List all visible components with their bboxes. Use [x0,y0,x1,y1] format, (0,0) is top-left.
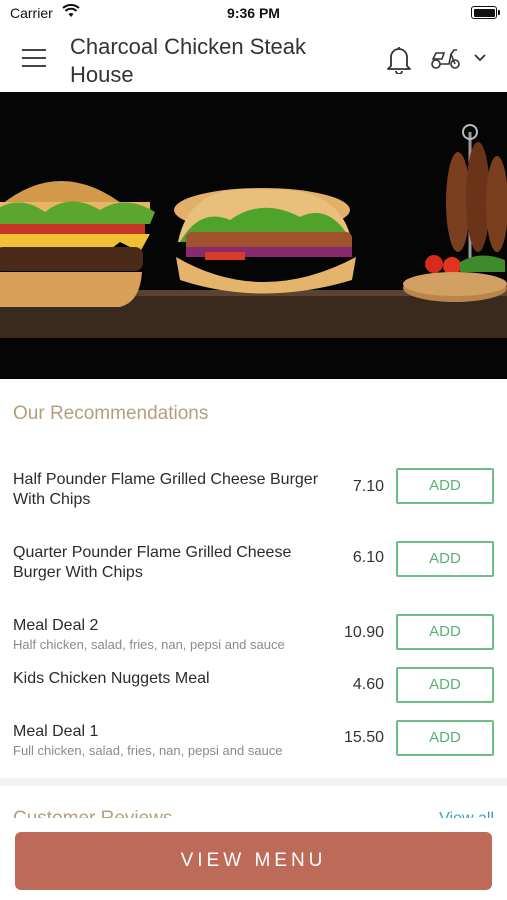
item-name: Meal Deal 2 [13,617,99,634]
section-divider [0,778,507,786]
recommendations-title: Our Recommendations [13,403,209,424]
food-banner-illustration [0,92,507,379]
add-button[interactable]: ADD [396,614,494,650]
item-name: Quarter Pounder Flame Grilled Cheese Bur… [13,544,292,581]
item-price: 7.10 [352,478,384,495]
status-bar: Carrier 9:36 PM [0,0,507,26]
battery-icon [471,6,500,19]
page-title: Charcoal Chicken Steak House [70,34,307,87]
item-price: 6.10 [352,549,384,566]
item-name: Half Pounder Flame Grilled Cheese Burger… [13,471,319,508]
add-button[interactable]: ADD [396,720,494,756]
item-price: 15.50 [343,729,384,746]
item-price: 4.60 [352,676,384,693]
status-time: 9:36 PM [227,5,280,21]
chevron-down-icon[interactable] [473,53,487,63]
bell-icon[interactable] [385,44,413,74]
item-name: Meal Deal 1 [13,723,99,740]
item-name: Kids Chicken Nuggets Meal [13,670,210,687]
add-button[interactable]: ADD [396,468,494,504]
view-menu-button[interactable]: VIEW MENU [15,832,492,890]
item-description: Full chicken, salad, fries, nan, pepsi a… [13,743,283,758]
add-button[interactable]: ADD [396,541,494,577]
app-header: Charcoal Chicken Steak House [0,26,507,92]
menu-icon[interactable] [22,49,46,69]
scooter-icon[interactable] [430,46,462,70]
hero-food-image [0,92,507,379]
item-price: 10.90 [343,624,384,641]
item-description: Half chicken, salad, fries, nan, pepsi a… [13,637,285,652]
add-button[interactable]: ADD [396,667,494,703]
